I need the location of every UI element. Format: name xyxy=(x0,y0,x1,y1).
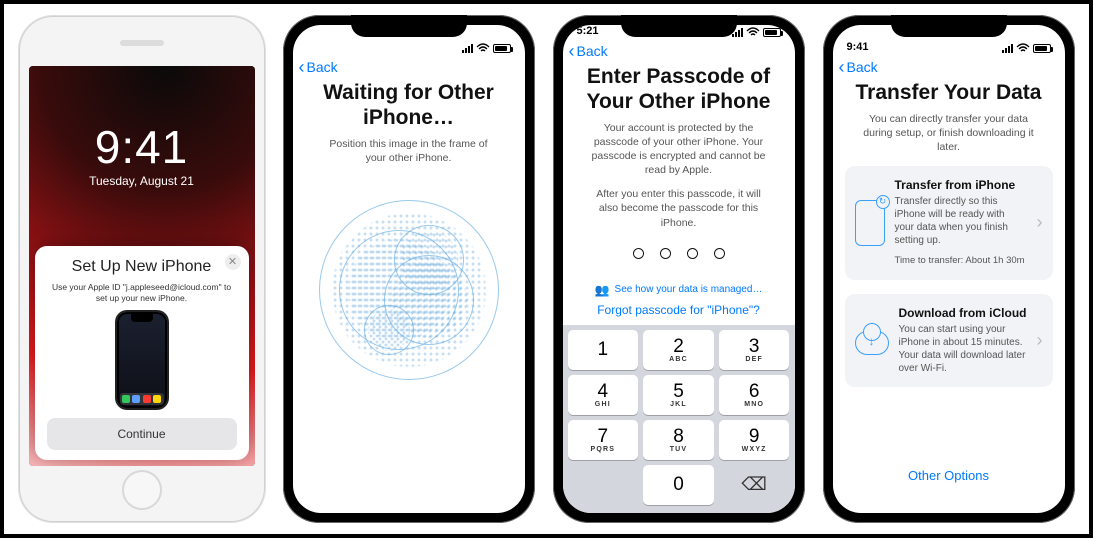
numeric-keypad: 1 2ABC 3DEF 4GHI 5JKL 6MNO 7PQRS 8TUV 9W… xyxy=(563,325,795,513)
phone-setup-prompt: 9:41 Tuesday, August 21 ✕ Set Up New iPh… xyxy=(19,16,265,522)
status-time: 9:41 xyxy=(847,41,869,53)
chevron-right-icon: › xyxy=(1037,212,1043,233)
forgot-passcode-link[interactable]: Forgot passcode for "iPhone"? xyxy=(563,303,795,317)
other-options-link[interactable]: Other Options xyxy=(833,468,1065,513)
chevron-left-icon: ‹ xyxy=(299,60,305,74)
wallpaper: 9:41 Tuesday, August 21 ✕ Set Up New iPh… xyxy=(29,66,255,466)
key-2[interactable]: 2ABC xyxy=(643,330,714,370)
card-title: Transfer from iPhone xyxy=(895,178,1027,192)
battery-icon xyxy=(493,44,511,53)
card-text: You can start using your iPhone in about… xyxy=(899,323,1027,375)
chevron-left-icon: ‹ xyxy=(839,60,845,74)
back-label: Back xyxy=(577,43,608,59)
back-label: Back xyxy=(307,59,338,75)
page-title: Transfer Your Data xyxy=(833,75,1065,112)
iphone-illustration xyxy=(117,312,167,408)
phone-passcode: 5:21 ‹ Back Enter Passcode of Your Other… xyxy=(553,15,805,523)
people-icon: 👥 xyxy=(595,283,610,297)
arrow-in-icon: ↻ xyxy=(876,195,890,209)
key-7[interactable]: 7PQRS xyxy=(568,420,639,460)
card-meta: Time to transfer: About 1h 30m xyxy=(895,255,1027,267)
transfer-from-iphone-card[interactable]: ↻ Transfer from iPhone Transfer directly… xyxy=(845,166,1053,279)
notch xyxy=(351,15,467,37)
transfer-screen: 9:41 ‹ Back Transfer Your Data You can d… xyxy=(833,25,1065,513)
phone-waiting: ‹ Back Waiting for Other iPhone… Positio… xyxy=(283,15,535,523)
backspace-icon: ⌫ xyxy=(741,474,766,495)
managed-label: See how your data is managed… xyxy=(615,284,763,295)
notch xyxy=(621,15,737,37)
sheet-title: Set Up New iPhone xyxy=(47,258,237,276)
sheet-text: Use your Apple ID "j.appleseed@icloud.co… xyxy=(47,282,237,304)
back-button[interactable]: ‹ Back xyxy=(293,55,525,75)
key-4[interactable]: 4GHI xyxy=(568,375,639,415)
pairing-animation xyxy=(304,185,514,395)
passcode-dots xyxy=(563,248,795,259)
dock-illustration xyxy=(120,393,164,405)
passcode-screen: 5:21 ‹ Back Enter Passcode of Your Other… xyxy=(563,25,795,513)
back-button[interactable]: ‹ Back xyxy=(833,55,1065,75)
page-title: Waiting for Other iPhone… xyxy=(293,75,525,137)
notch xyxy=(891,15,1007,37)
home-button[interactable] xyxy=(122,470,162,510)
battery-icon xyxy=(763,28,781,37)
page-subtitle-2: After you enter this passcode, it will a… xyxy=(563,187,795,230)
waiting-screen: ‹ Back Waiting for Other iPhone… Positio… xyxy=(293,25,525,513)
status-icons xyxy=(1002,43,1051,53)
key-0[interactable]: 0 xyxy=(643,465,714,505)
cellular-icon xyxy=(1002,44,1013,53)
page-subtitle-1: Your account is protected by the passcod… xyxy=(563,121,795,178)
chevron-left-icon: ‹ xyxy=(569,44,575,58)
wifi-icon xyxy=(476,43,490,53)
battery-icon xyxy=(1033,44,1051,53)
page-subtitle: You can directly transfer your data duri… xyxy=(833,112,1065,155)
screenshot-frame: 9:41 Tuesday, August 21 ✕ Set Up New iPh… xyxy=(0,0,1093,538)
wifi-icon xyxy=(746,27,760,37)
status-icons xyxy=(462,43,511,53)
key-5[interactable]: 5JKL xyxy=(643,375,714,415)
setup-sheet: ✕ Set Up New iPhone Use your Apple ID "j… xyxy=(35,246,249,460)
lock-time: 9:41 xyxy=(29,120,255,174)
lock-clock: 9:41 Tuesday, August 21 xyxy=(29,120,255,188)
key-delete[interactable]: ⌫ xyxy=(719,465,790,505)
key-9[interactable]: 9WXYZ xyxy=(719,420,790,460)
data-managed-link[interactable]: 👥 See how your data is managed… xyxy=(563,283,795,297)
iphone-transfer-icon: ↻ xyxy=(855,200,885,246)
lock-screen: 9:41 Tuesday, August 21 ✕ Set Up New iPh… xyxy=(29,66,255,466)
page-title: Enter Passcode of Your Other iPhone xyxy=(563,59,795,121)
phone-transfer: 9:41 ‹ Back Transfer Your Data You can d… xyxy=(823,15,1075,523)
download-from-icloud-card[interactable]: Download from iCloud You can start using… xyxy=(845,294,1053,387)
card-text: Transfer directly so this iPhone will be… xyxy=(895,195,1027,247)
page-subtitle: Position this image in the frame of your… xyxy=(293,137,525,165)
wifi-icon xyxy=(1016,43,1030,53)
back-label: Back xyxy=(847,59,878,75)
key-1[interactable]: 1 xyxy=(568,330,639,370)
key-blank xyxy=(568,465,639,505)
key-3[interactable]: 3DEF xyxy=(719,330,790,370)
status-time: 5:21 xyxy=(577,25,599,37)
icloud-download-icon xyxy=(855,331,889,355)
card-title: Download from iCloud xyxy=(899,306,1027,320)
cellular-icon xyxy=(462,44,473,53)
status-icons xyxy=(732,27,781,37)
back-button[interactable]: ‹ Back xyxy=(563,39,795,59)
continue-button[interactable]: Continue xyxy=(47,418,237,450)
key-8[interactable]: 8TUV xyxy=(643,420,714,460)
chevron-right-icon: › xyxy=(1037,330,1043,351)
lock-date: Tuesday, August 21 xyxy=(29,174,255,188)
speaker xyxy=(120,40,164,46)
close-icon[interactable]: ✕ xyxy=(225,254,241,270)
key-6[interactable]: 6MNO xyxy=(719,375,790,415)
